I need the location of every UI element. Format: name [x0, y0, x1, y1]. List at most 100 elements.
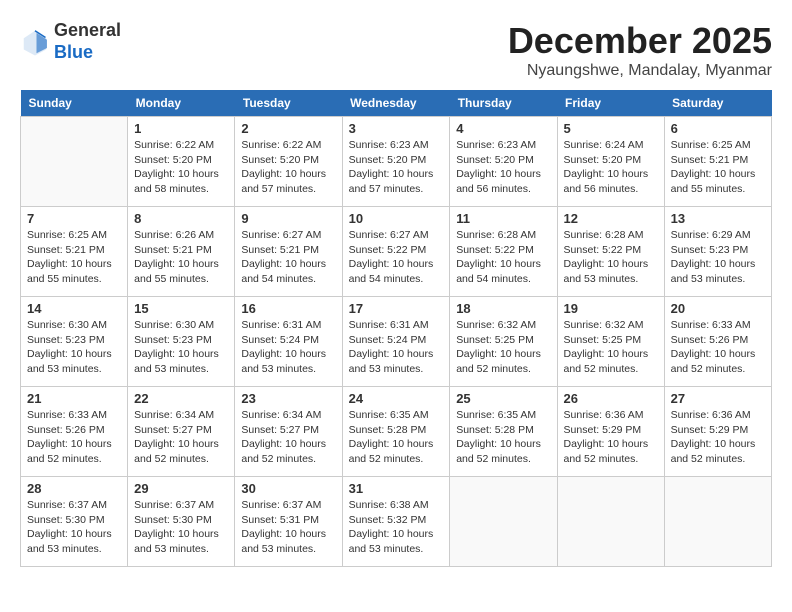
- calendar-header-row: SundayMondayTuesdayWednesdayThursdayFrid…: [21, 90, 772, 117]
- day-cell: 31 Sunrise: 6:38 AM Sunset: 5:32 PM Dayli…: [342, 477, 450, 567]
- day-number: 30: [241, 481, 335, 496]
- day-number: 18: [456, 301, 550, 316]
- week-row: 21 Sunrise: 6:33 AM Sunset: 5:26 PM Dayli…: [21, 387, 772, 477]
- day-number: 19: [564, 301, 658, 316]
- day-info: Sunrise: 6:33 AM Sunset: 5:26 PM Dayligh…: [27, 408, 121, 467]
- day-info: Sunrise: 6:37 AM Sunset: 5:30 PM Dayligh…: [27, 498, 121, 557]
- day-cell: 11 Sunrise: 6:28 AM Sunset: 5:22 PM Dayli…: [450, 207, 557, 297]
- day-info: Sunrise: 6:36 AM Sunset: 5:29 PM Dayligh…: [564, 408, 658, 467]
- day-info: Sunrise: 6:37 AM Sunset: 5:30 PM Dayligh…: [134, 498, 228, 557]
- day-number: 4: [456, 121, 550, 136]
- day-number: 13: [671, 211, 765, 226]
- day-info: Sunrise: 6:31 AM Sunset: 5:24 PM Dayligh…: [241, 318, 335, 377]
- day-cell: 18 Sunrise: 6:32 AM Sunset: 5:25 PM Dayli…: [450, 297, 557, 387]
- day-number: 22: [134, 391, 228, 406]
- empty-cell: [664, 477, 771, 567]
- day-info: Sunrise: 6:28 AM Sunset: 5:22 PM Dayligh…: [456, 228, 550, 287]
- day-info: Sunrise: 6:29 AM Sunset: 5:23 PM Dayligh…: [671, 228, 765, 287]
- day-number: 29: [134, 481, 228, 496]
- day-number: 23: [241, 391, 335, 406]
- day-number: 1: [134, 121, 228, 136]
- day-of-week-header: Thursday: [450, 90, 557, 117]
- calendar-table: SundayMondayTuesdayWednesdayThursdayFrid…: [20, 90, 772, 567]
- day-info: Sunrise: 6:36 AM Sunset: 5:29 PM Dayligh…: [671, 408, 765, 467]
- day-number: 21: [27, 391, 121, 406]
- day-info: Sunrise: 6:38 AM Sunset: 5:32 PM Dayligh…: [349, 498, 444, 557]
- empty-cell: [450, 477, 557, 567]
- day-cell: 28 Sunrise: 6:37 AM Sunset: 5:30 PM Dayli…: [21, 477, 128, 567]
- day-of-week-header: Friday: [557, 90, 664, 117]
- day-number: 24: [349, 391, 444, 406]
- day-info: Sunrise: 6:23 AM Sunset: 5:20 PM Dayligh…: [456, 138, 550, 197]
- day-number: 14: [27, 301, 121, 316]
- day-cell: 3Sunrise: 6:23 AM Sunset: 5:20 PM Daylig…: [342, 117, 450, 207]
- empty-cell: [557, 477, 664, 567]
- day-info: Sunrise: 6:34 AM Sunset: 5:27 PM Dayligh…: [134, 408, 228, 467]
- day-info: Sunrise: 6:35 AM Sunset: 5:28 PM Dayligh…: [456, 408, 550, 467]
- day-cell: 5 Sunrise: 6:24 AM Sunset: 5:20 PM Daylig…: [557, 117, 664, 207]
- day-number: 12: [564, 211, 658, 226]
- logo: General Blue: [20, 20, 121, 63]
- day-number: 15: [134, 301, 228, 316]
- week-row: 28 Sunrise: 6:37 AM Sunset: 5:30 PM Dayli…: [21, 477, 772, 567]
- day-info: Sunrise: 6:35 AM Sunset: 5:28 PM Dayligh…: [349, 408, 444, 467]
- day-info: Sunrise: 6:32 AM Sunset: 5:25 PM Dayligh…: [456, 318, 550, 377]
- day-cell: 24 Sunrise: 6:35 AM Sunset: 5:28 PM Dayli…: [342, 387, 450, 477]
- day-number: 2: [241, 121, 335, 136]
- day-number: 3: [349, 121, 444, 136]
- day-info: Sunrise: 6:32 AM Sunset: 5:25 PM Dayligh…: [564, 318, 658, 377]
- day-info: Sunrise: 6:33 AM Sunset: 5:26 PM Dayligh…: [671, 318, 765, 377]
- day-cell: 25 Sunrise: 6:35 AM Sunset: 5:28 PM Dayli…: [450, 387, 557, 477]
- day-number: 26: [564, 391, 658, 406]
- logo-icon: [20, 27, 50, 57]
- day-number: 28: [27, 481, 121, 496]
- day-cell: 9 Sunrise: 6:27 AM Sunset: 5:21 PM Daylig…: [235, 207, 342, 297]
- location: Nyaungshwe, Mandalay, Myanmar: [508, 62, 772, 80]
- day-cell: 7Sunrise: 6:25 AM Sunset: 5:21 PM Daylig…: [21, 207, 128, 297]
- day-of-week-header: Saturday: [664, 90, 771, 117]
- day-cell: 13 Sunrise: 6:29 AM Sunset: 5:23 PM Dayli…: [664, 207, 771, 297]
- day-number: 8: [134, 211, 228, 226]
- day-of-week-header: Sunday: [21, 90, 128, 117]
- day-info: Sunrise: 6:30 AM Sunset: 5:23 PM Dayligh…: [134, 318, 228, 377]
- day-cell: 15 Sunrise: 6:30 AM Sunset: 5:23 PM Dayli…: [128, 297, 235, 387]
- day-info: Sunrise: 6:28 AM Sunset: 5:22 PM Dayligh…: [564, 228, 658, 287]
- week-row: 14 Sunrise: 6:30 AM Sunset: 5:23 PM Dayli…: [21, 297, 772, 387]
- day-of-week-header: Wednesday: [342, 90, 450, 117]
- day-cell: 1 Sunrise: 6:22 AM Sunset: 5:20 PM Daylig…: [128, 117, 235, 207]
- day-number: 25: [456, 391, 550, 406]
- day-cell: 29 Sunrise: 6:37 AM Sunset: 5:30 PM Dayli…: [128, 477, 235, 567]
- day-cell: 10 Sunrise: 6:27 AM Sunset: 5:22 PM Dayli…: [342, 207, 450, 297]
- day-info: Sunrise: 6:27 AM Sunset: 5:21 PM Dayligh…: [241, 228, 335, 287]
- day-cell: 19 Sunrise: 6:32 AM Sunset: 5:25 PM Dayli…: [557, 297, 664, 387]
- day-info: Sunrise: 6:30 AM Sunset: 5:23 PM Dayligh…: [27, 318, 121, 377]
- day-info: Sunrise: 6:22 AM Sunset: 5:20 PM Dayligh…: [134, 138, 228, 197]
- day-info: Sunrise: 6:22 AM Sunset: 5:20 PM Dayligh…: [241, 138, 335, 197]
- day-number: 31: [349, 481, 444, 496]
- day-cell: 14 Sunrise: 6:30 AM Sunset: 5:23 PM Dayli…: [21, 297, 128, 387]
- day-cell: 27Sunrise: 6:36 AM Sunset: 5:29 PM Dayli…: [664, 387, 771, 477]
- day-number: 10: [349, 211, 444, 226]
- day-cell: 21 Sunrise: 6:33 AM Sunset: 5:26 PM Dayli…: [21, 387, 128, 477]
- day-of-week-header: Monday: [128, 90, 235, 117]
- day-cell: 12 Sunrise: 6:28 AM Sunset: 5:22 PM Dayli…: [557, 207, 664, 297]
- day-number: 7: [27, 211, 121, 226]
- day-of-week-header: Tuesday: [235, 90, 342, 117]
- day-number: 9: [241, 211, 335, 226]
- empty-cell: [21, 117, 128, 207]
- day-cell: 30 Sunrise: 6:37 AM Sunset: 5:31 PM Dayli…: [235, 477, 342, 567]
- day-info: Sunrise: 6:37 AM Sunset: 5:31 PM Dayligh…: [241, 498, 335, 557]
- day-cell: 4 Sunrise: 6:23 AM Sunset: 5:20 PM Daylig…: [450, 117, 557, 207]
- day-cell: 6Sunrise: 6:25 AM Sunset: 5:21 PM Daylig…: [664, 117, 771, 207]
- day-cell: 22 Sunrise: 6:34 AM Sunset: 5:27 PM Dayli…: [128, 387, 235, 477]
- day-info: Sunrise: 6:24 AM Sunset: 5:20 PM Dayligh…: [564, 138, 658, 197]
- day-number: 16: [241, 301, 335, 316]
- day-info: Sunrise: 6:27 AM Sunset: 5:22 PM Dayligh…: [349, 228, 444, 287]
- day-number: 20: [671, 301, 765, 316]
- day-number: 11: [456, 211, 550, 226]
- day-cell: 17Sunrise: 6:31 AM Sunset: 5:24 PM Dayli…: [342, 297, 450, 387]
- week-row: 1 Sunrise: 6:22 AM Sunset: 5:20 PM Daylig…: [21, 117, 772, 207]
- day-number: 6: [671, 121, 765, 136]
- day-number: 5: [564, 121, 658, 136]
- day-cell: 20 Sunrise: 6:33 AM Sunset: 5:26 PM Dayli…: [664, 297, 771, 387]
